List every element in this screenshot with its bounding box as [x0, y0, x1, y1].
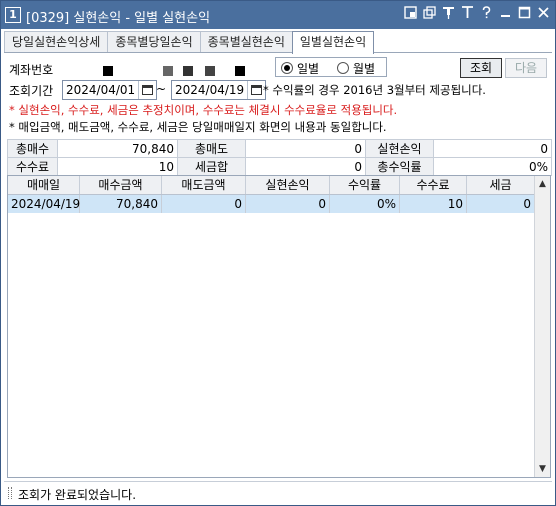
radio-daily-label: 일별: [297, 61, 320, 76]
scroll-up-icon[interactable]: ▲: [535, 176, 550, 192]
title-bar[interactable]: 1 [0329] 실현손익 - 일별 실현손익: [1, 1, 555, 29]
summary-label-total-buy: 총매수: [7, 139, 58, 158]
summary-label-fee: 수수료: [7, 157, 58, 176]
cell-fee: 10: [400, 195, 467, 213]
summary-row: 수수료 10 세금합 0 총수익률 0%: [7, 157, 552, 176]
col-header-sell-amount[interactable]: 매도금액: [162, 176, 246, 194]
status-bar: 조회가 완료되었습니다.: [4, 481, 552, 503]
summary-label-total-return: 총수익률: [365, 157, 434, 176]
start-date-value: 2024/04/01: [66, 83, 136, 97]
end-date-field[interactable]: 2024/04/19: [171, 80, 267, 100]
notice-estimate: * 실현손익, 수수료, 세금은 추정치이며, 수수료는 체결시 수수료율로 적…: [9, 103, 398, 117]
summary-value-total-buy: 70,840: [57, 139, 178, 158]
tab-divider: [4, 52, 552, 53]
font-icon[interactable]: [460, 6, 475, 22]
cell-tax: 0: [467, 195, 535, 213]
radio-monthly[interactable]: 월별: [337, 59, 375, 77]
tab-today-realized-detail[interactable]: 당일실현손익상세: [4, 31, 109, 53]
col-header-buy-amount[interactable]: 매수금액: [80, 176, 162, 194]
status-text: 조회가 완료되었습니다.: [18, 488, 137, 502]
summary-label-total-sell: 총매도: [177, 139, 246, 158]
cell-return-rate: 0%: [330, 195, 400, 213]
tab-bar: 당일실현손익상세 종목별당일손익 종목별실현손익 일별실현손익: [4, 31, 375, 54]
col-header-tax[interactable]: 세금: [467, 176, 535, 194]
vertical-scrollbar[interactable]: ▲ ▼: [534, 176, 550, 477]
pin-icon[interactable]: [441, 6, 456, 22]
cell-buy-amount: 70,840: [80, 195, 162, 213]
summary-label-realized-pl: 실현손익: [365, 139, 434, 158]
end-date-value: 2024/04/19: [175, 83, 245, 97]
cell-sell-amount: 0: [162, 195, 246, 213]
col-header-return-rate[interactable]: 수익률: [330, 176, 400, 194]
table-row[interactable]: 2024/04/19 70,840 0 0 0% 10 0: [8, 195, 535, 213]
radio-daily[interactable]: 일별: [281, 59, 319, 77]
window-number-badge: 1: [5, 7, 21, 23]
cell-realized-pl: 0: [246, 195, 330, 213]
title-bar-icons: [403, 6, 551, 22]
summary-table: 총매수 70,840 총매도 0 실현손익 0 수수료 10 세금합 0 총수익…: [7, 139, 552, 176]
copy-icon[interactable]: [422, 6, 437, 22]
close-icon[interactable]: [536, 6, 551, 22]
summary-value-tax-total: 0: [245, 157, 366, 176]
account-label: 계좌번호: [9, 63, 54, 77]
query-button[interactable]: 조회: [460, 58, 502, 78]
layout-icon[interactable]: [403, 6, 418, 22]
tab-daily-realized[interactable]: 일별실현손익: [291, 31, 375, 54]
summary-value-total-sell: 0: [245, 139, 366, 158]
radio-monthly-label: 월별: [353, 61, 376, 76]
period-separator: ~: [156, 82, 167, 96]
grid-header: 매매일 매수금액 매도금액 실현손익 수익률 수수료 세금: [8, 176, 535, 195]
app-window: 1 [0329] 실현손익 - 일별 실현손익 당일실현손익상세 종목별당일손익…: [0, 0, 556, 506]
summary-value-fee: 10: [57, 157, 178, 176]
maximize-icon[interactable]: [517, 6, 532, 22]
summary-row: 총매수 70,840 총매도 0 실현손익 0: [7, 139, 552, 158]
cell-trade-date: 2024/04/19: [8, 195, 80, 213]
col-header-fee[interactable]: 수수료: [400, 176, 467, 194]
calendar-icon[interactable]: [138, 81, 156, 99]
radio-monthly-dot[interactable]: [337, 62, 349, 74]
tab-today-by-stock[interactable]: 종목별당일손익: [107, 31, 201, 53]
start-date-field[interactable]: 2024/04/01: [62, 80, 158, 100]
account-number-field[interactable]: [63, 63, 273, 79]
help-icon[interactable]: [479, 6, 494, 22]
scroll-down-icon[interactable]: ▼: [535, 461, 550, 477]
notice-same-as-journal: * 매입금액, 매도금액, 수수료, 세금은 당일매매일지 화면의 내용과 동일…: [9, 120, 387, 134]
grip-icon: [8, 487, 12, 499]
summary-value-total-return: 0%: [433, 157, 552, 176]
period-label: 조회기간: [9, 84, 54, 98]
summary-value-realized-pl: 0: [433, 139, 552, 158]
tab-realized-by-stock[interactable]: 종목별실현손익: [199, 31, 293, 53]
daily-results-grid[interactable]: 매매일 매수금액 매도금액 실현손익 수익률 수수료 세금 2024/04/19…: [7, 175, 551, 478]
col-header-trade-date[interactable]: 매매일: [8, 176, 80, 194]
summary-label-tax-total: 세금합: [177, 157, 246, 176]
next-button[interactable]: 다음: [505, 58, 547, 78]
minimize-icon[interactable]: [498, 6, 513, 22]
radio-daily-dot[interactable]: [281, 62, 293, 74]
window-title: [0329] 실현손익 - 일별 실현손익: [26, 11, 211, 26]
col-header-realized-pl[interactable]: 실현손익: [246, 176, 330, 194]
period-note: * 수익률의 경우 2016년 3월부터 제공됩니다.: [263, 83, 486, 97]
